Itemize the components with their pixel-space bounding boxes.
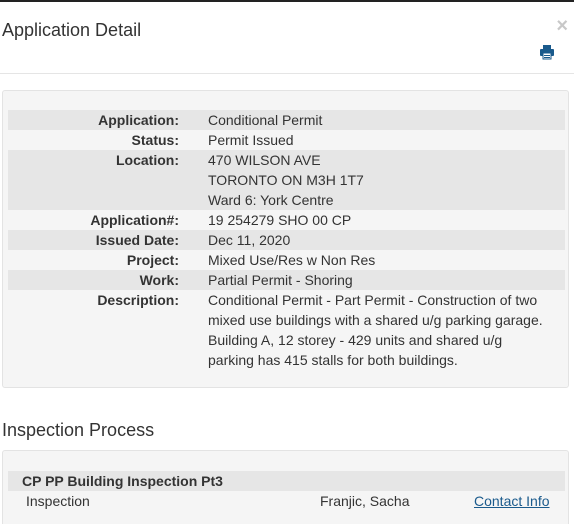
detail-value: Conditional Permit [179,110,565,130]
modal-header: Application Detail × [0,2,574,74]
detail-label: Status: [131,132,179,148]
detail-row-location: Location: 470 WILSON AVE TORONTO ON M3H … [8,150,565,210]
detail-label: Application: [8,110,179,130]
detail-value-line: Ward 6: York Centre [208,192,334,208]
detail-label: Application#: [90,212,179,228]
detail-value: Partial Permit - Shoring [179,270,565,290]
detail-value-line: TORONTO ON M3H 1T7 [208,172,364,188]
detail-label: Description: [97,292,179,308]
close-button[interactable]: × [556,16,568,36]
detail-value-line: mixed use buildings with a shared u/g pa… [208,312,543,328]
detail-label: Project: [126,252,179,268]
detail-value: 470 WILSON AVE TORONTO ON M3H 1T7 Ward 6… [179,150,565,210]
detail-row-status: Status: Permit Issued [8,130,565,150]
inspection-group-title: CP PP Building Inspection Pt3 [8,471,565,491]
detail-row-application-number: Application#: 19 254279 SHO 00 CP [8,210,565,230]
detail-value: Dec 11, 2020 [179,230,565,250]
detail-value: Mixed Use/Res w Non Res [179,250,565,270]
detail-value-line: Conditional Permit - Part Permit - Const… [208,292,538,308]
detail-value-line: Building A, 12 storey - 429 units and sh… [208,332,503,348]
detail-label: Location: [8,150,179,210]
detail-value-line: Dec 11, 2020 [208,232,291,248]
inspection-row: Inspection Franjic, Sacha Contact Info [8,491,565,511]
application-detail-panel: Application: Conditional Permit Status: … [2,90,569,388]
inspector-name: Franjic, Sacha [320,493,410,509]
detail-value-line: Partial Permit - Shoring [208,272,353,288]
detail-value: Conditional Permit - Part Permit - Const… [179,290,565,370]
detail-row-issued-date: Issued Date: Dec 11, 2020 [8,230,565,250]
detail-row-work: Work: Partial Permit - Shoring [8,270,565,290]
detail-value-line: Permit Issued [208,132,294,148]
application-detail-modal: Application Detail × Application: Condit… [0,0,574,524]
detail-table: Application: Conditional Permit Status: … [8,110,565,370]
detail-label: Work: [8,270,179,290]
detail-value-line: 19 254279 SHO 00 CP [208,212,352,228]
detail-value-line: Conditional Permit [208,112,323,128]
printer-icon[interactable] [539,44,555,60]
detail-value: 19 254279 SHO 00 CP [179,210,565,230]
inspection-process-panel: CP PP Building Inspection Pt3 Inspection… [2,450,569,524]
inspection-process-title: Inspection Process [2,420,155,440]
detail-value-line: parking has 415 stalls for both building… [208,352,458,368]
detail-row-project: Project: Mixed Use/Res w Non Res [8,250,565,270]
modal-title: Application Detail [2,20,142,40]
detail-value-line: Mixed Use/Res w Non Res [208,252,376,268]
detail-row-application: Application: Conditional Permit [8,110,565,130]
detail-value: Permit Issued [179,130,565,150]
inspection-type: Inspection [26,493,90,509]
detail-value-line: 470 WILSON AVE [208,152,321,168]
detail-row-description: Description: Conditional Permit - Part P… [8,290,565,370]
detail-label: Issued Date: [8,230,179,250]
contact-info-link[interactable]: Contact Info [474,491,550,511]
